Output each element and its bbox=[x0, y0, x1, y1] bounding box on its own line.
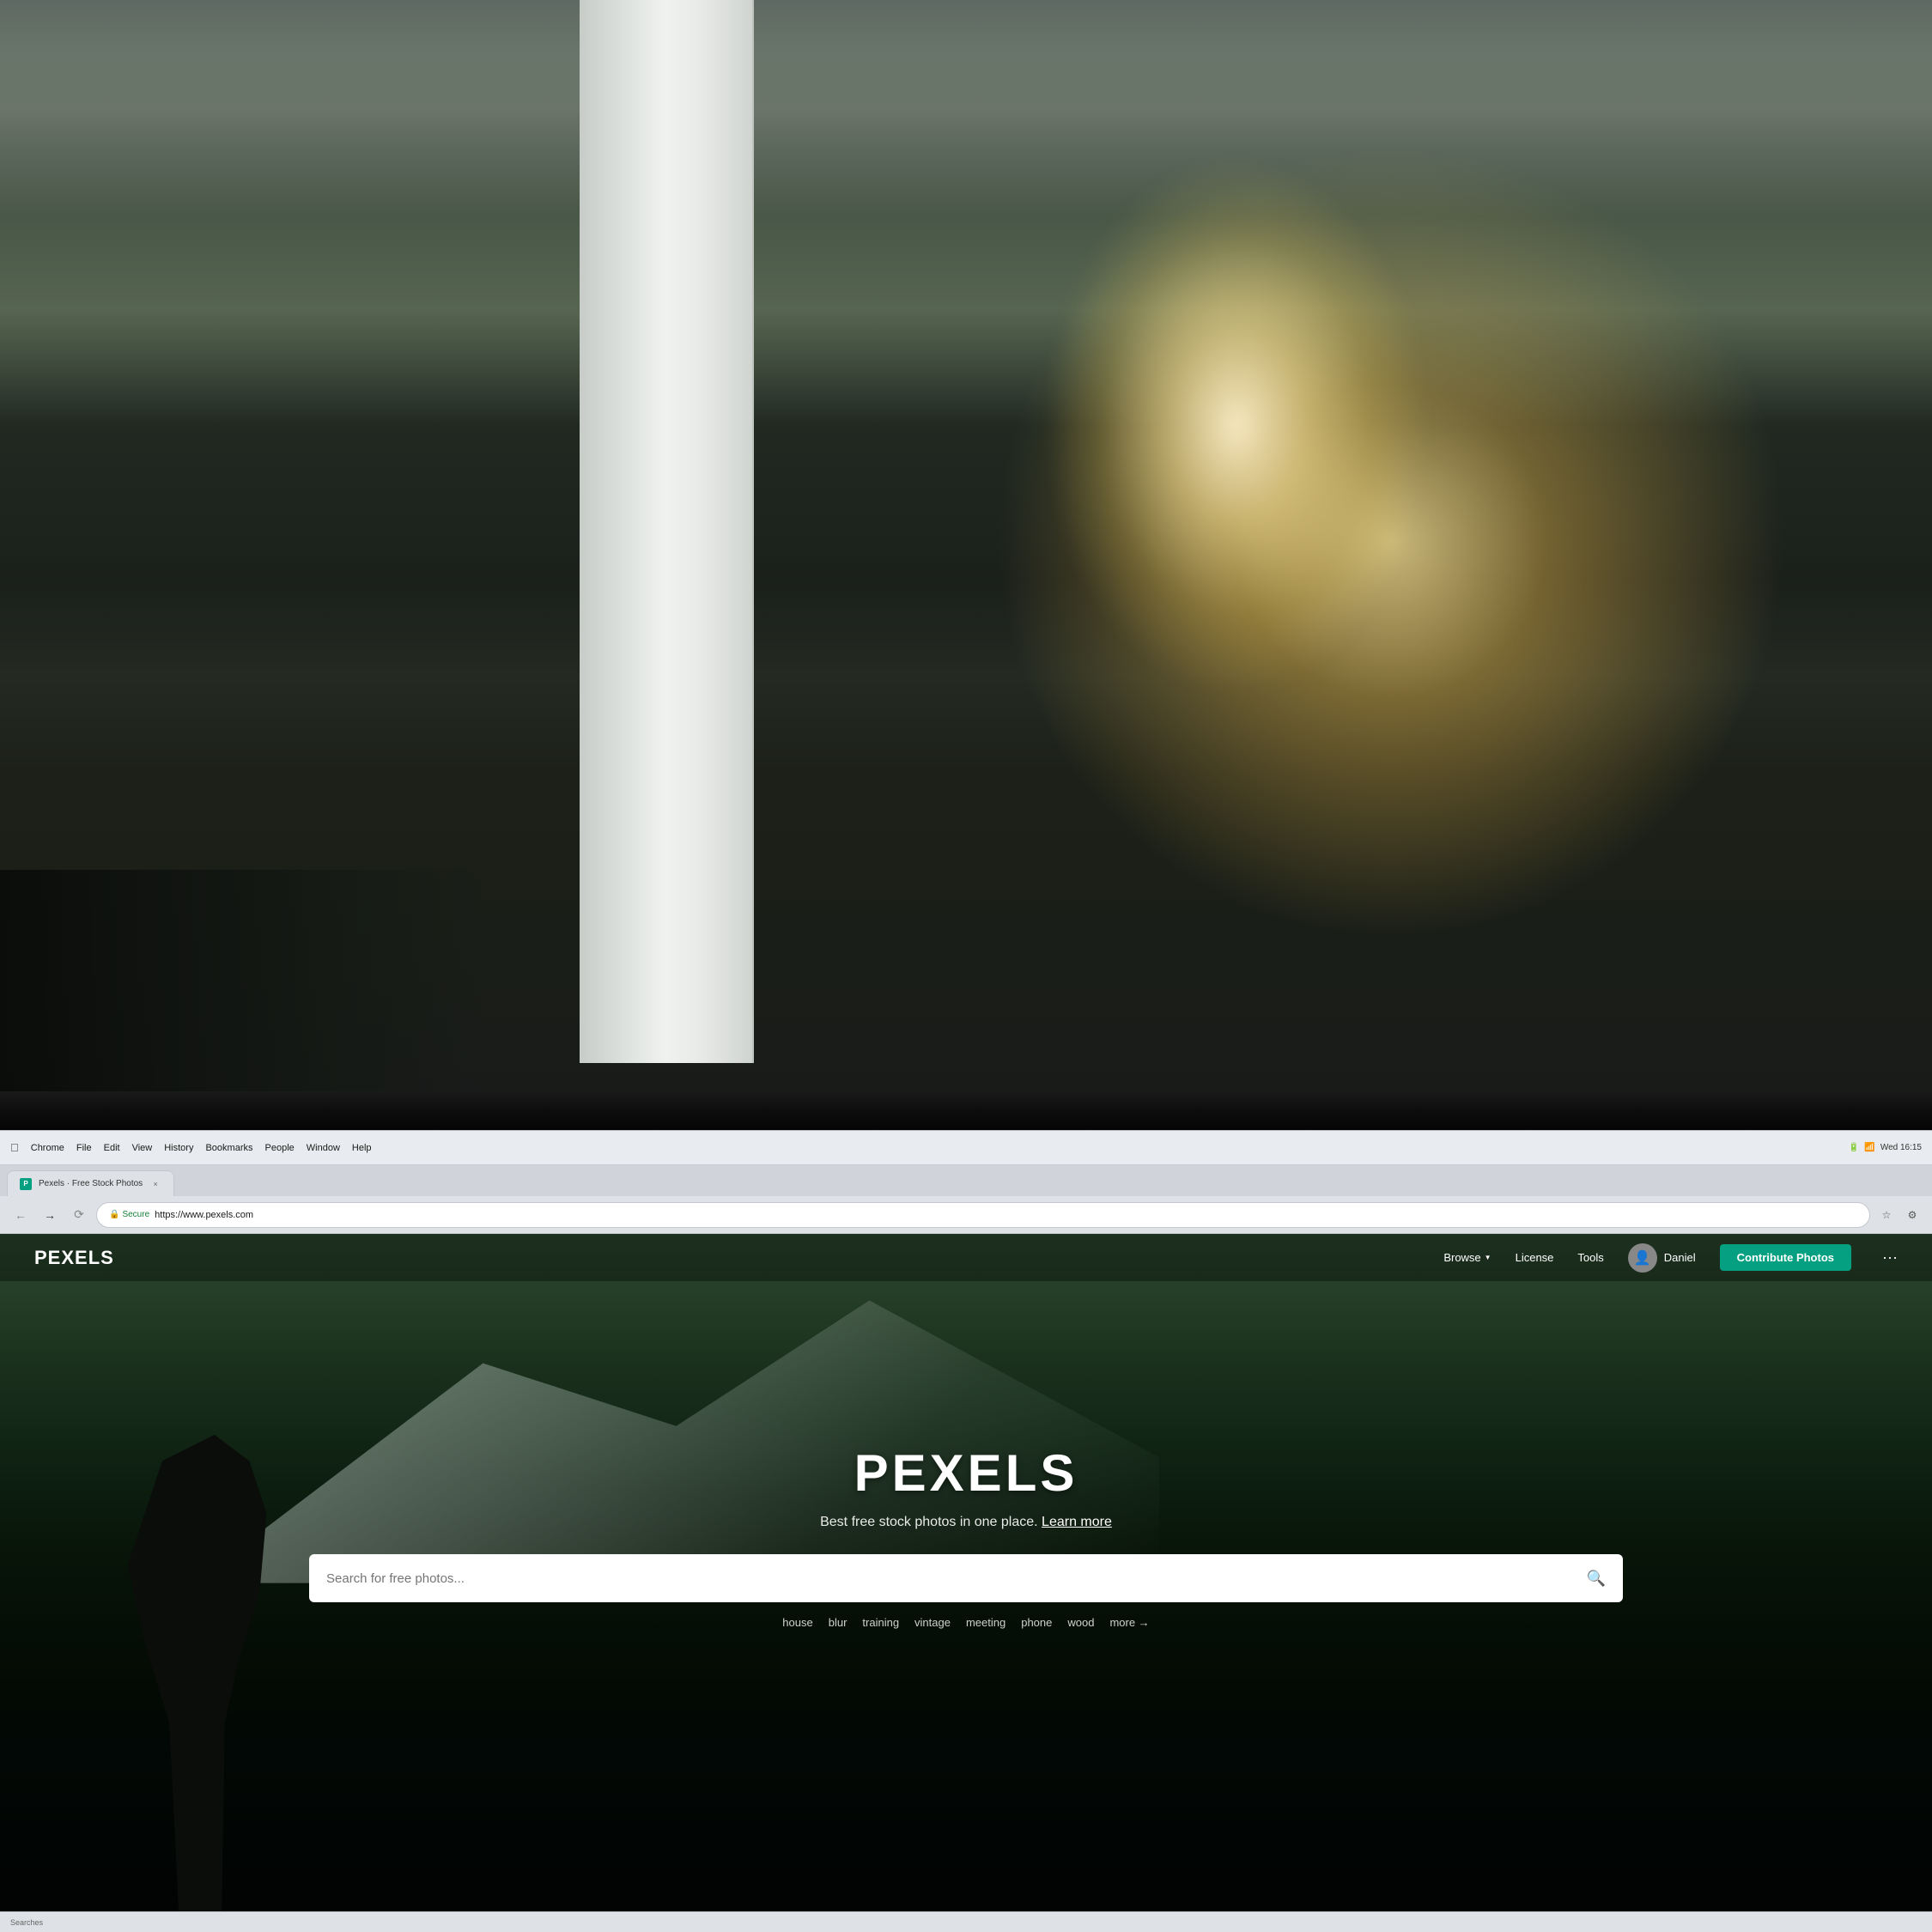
tag-blur[interactable]: blur bbox=[829, 1616, 848, 1629]
pexels-logo: PEXELS bbox=[34, 1247, 114, 1269]
tag-phone[interactable]: phone bbox=[1021, 1616, 1052, 1629]
menu-view[interactable]: View bbox=[127, 1141, 158, 1155]
forward-button[interactable]: → bbox=[38, 1203, 62, 1227]
menu-window[interactable]: Window bbox=[301, 1141, 345, 1155]
browser-status-bar: Searches bbox=[0, 1911, 1932, 1932]
nav-browse[interactable]: Browse ▼ bbox=[1443, 1251, 1491, 1264]
browse-dropdown-icon: ▼ bbox=[1485, 1254, 1492, 1261]
search-icon[interactable]: 🔍 bbox=[1587, 1570, 1606, 1588]
hero-subtitle: Best free stock photos in one place. Lea… bbox=[193, 1515, 1739, 1530]
wifi-icon: 📶 bbox=[1864, 1143, 1874, 1152]
pexels-header: PEXELS Browse ▼ License Tools 👤 Daniel bbox=[0, 1234, 1932, 1281]
website-content: PEXELS Browse ▼ License Tools 👤 Daniel bbox=[0, 1234, 1932, 1932]
user-profile[interactable]: 👤 Daniel bbox=[1628, 1243, 1696, 1273]
address-bar[interactable]: 🔒 Secure https://www.pexels.com bbox=[96, 1202, 1870, 1228]
menu-history[interactable]: History bbox=[159, 1141, 198, 1155]
tab-title: Pexels · Free Stock Photos bbox=[39, 1179, 143, 1188]
tag-house[interactable]: house bbox=[782, 1616, 812, 1629]
mac-menubar:  Chrome File Edit View History Bookmark… bbox=[0, 1131, 1932, 1165]
refresh-button[interactable]: ⟳ bbox=[67, 1203, 91, 1227]
bookmark-button[interactable]: ☆ bbox=[1875, 1204, 1898, 1226]
toolbar-right: ☆ ⚙ bbox=[1875, 1204, 1923, 1226]
browser-window:  Chrome File Edit View History Bookmark… bbox=[0, 1130, 1932, 1932]
tab-close-button[interactable]: × bbox=[149, 1178, 161, 1190]
menu-people[interactable]: People bbox=[260, 1141, 300, 1155]
browser-tab-pexels[interactable]: P Pexels · Free Stock Photos × bbox=[7, 1170, 174, 1196]
menu-file[interactable]: File bbox=[71, 1141, 97, 1155]
more-options-button[interactable]: ··· bbox=[1882, 1249, 1898, 1267]
nav-tools[interactable]: Tools bbox=[1577, 1251, 1603, 1264]
mac-menu-items: Chrome File Edit View History Bookmarks … bbox=[26, 1141, 1849, 1155]
hero-content: PEXELS Best free stock photos in one pla… bbox=[193, 1443, 1739, 1629]
url-text: https://www.pexels.com bbox=[155, 1210, 253, 1220]
battery-icon: 🔋 bbox=[1849, 1143, 1859, 1152]
tag-wood[interactable]: wood bbox=[1067, 1616, 1094, 1629]
user-avatar: 👤 bbox=[1628, 1243, 1657, 1273]
nav-license[interactable]: License bbox=[1516, 1251, 1554, 1264]
menu-help[interactable]: Help bbox=[347, 1141, 377, 1155]
user-name: Daniel bbox=[1664, 1251, 1696, 1264]
browser-toolbar: ← → ⟳ 🔒 Secure https://www.pexels.com ☆ … bbox=[0, 1196, 1932, 1234]
search-bar[interactable]: 🔍 bbox=[309, 1554, 1623, 1602]
time-display: Wed 16:15 bbox=[1880, 1143, 1922, 1152]
contribute-photos-button[interactable]: Contribute Photos bbox=[1720, 1244, 1851, 1271]
extensions-button[interactable]: ⚙ bbox=[1901, 1204, 1923, 1226]
secure-icon: 🔒 Secure bbox=[109, 1210, 149, 1219]
menu-chrome[interactable]: Chrome bbox=[26, 1141, 70, 1155]
status-text: Searches bbox=[10, 1918, 43, 1927]
tag-training[interactable]: training bbox=[862, 1616, 899, 1629]
architectural-column bbox=[580, 0, 754, 1063]
tag-vintage[interactable]: vintage bbox=[914, 1616, 951, 1629]
secure-label: Secure bbox=[122, 1210, 149, 1219]
menu-bookmarks[interactable]: Bookmarks bbox=[200, 1141, 258, 1155]
learn-more-link[interactable]: Learn more bbox=[1042, 1515, 1112, 1529]
hero-title: PEXELS bbox=[193, 1443, 1739, 1503]
tag-more[interactable]: more → bbox=[1109, 1616, 1149, 1629]
tab-favicon: P bbox=[20, 1178, 32, 1190]
back-button[interactable]: ← bbox=[9, 1203, 33, 1227]
tab-bar: P Pexels · Free Stock Photos × bbox=[0, 1165, 1932, 1196]
search-input[interactable] bbox=[326, 1571, 1577, 1586]
laptop-bezel bbox=[0, 1091, 1932, 1130]
search-tags: house blur training vintage meeting phon… bbox=[193, 1616, 1739, 1629]
mac-status-area: 🔋 📶 Wed 16:15 bbox=[1849, 1143, 1922, 1152]
window-glare bbox=[1043, 155, 1430, 696]
tag-meeting[interactable]: meeting bbox=[966, 1616, 1005, 1629]
pexels-navigation: Browse ▼ License Tools 👤 Daniel Contribu… bbox=[1443, 1243, 1898, 1273]
apple-logo-icon:  bbox=[10, 1141, 19, 1154]
menu-edit[interactable]: Edit bbox=[99, 1141, 125, 1155]
